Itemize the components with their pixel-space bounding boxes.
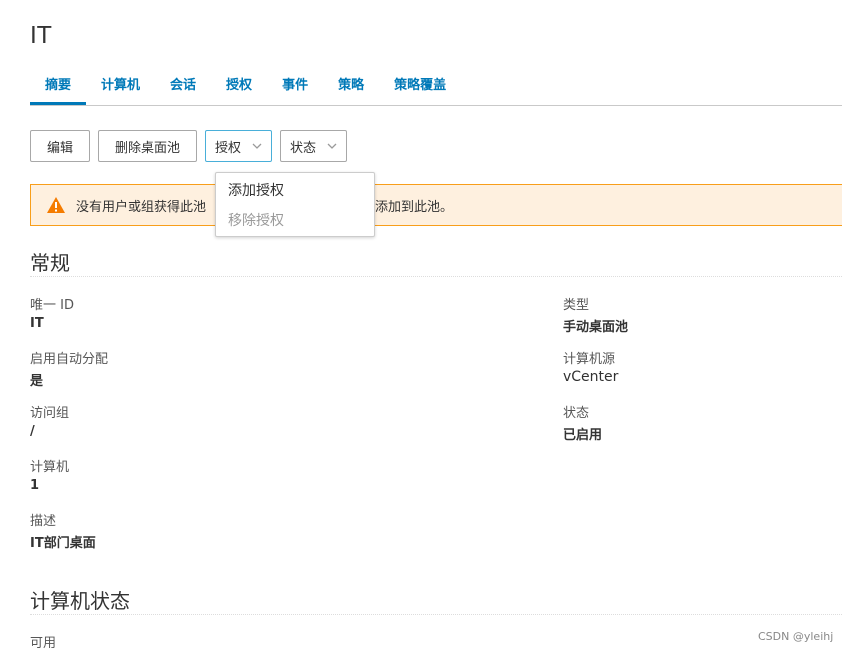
field-label-access-group: 访问组	[30, 406, 70, 421]
field-value-machines: 1	[30, 478, 40, 493]
entitlements-dropdown-menu: 添加授权 移除授权	[215, 172, 375, 237]
status-dropdown-label: 状态	[290, 140, 317, 156]
field-value-description: IT部门桌面	[30, 536, 96, 551]
tab-entitlements[interactable]: 授权	[211, 62, 267, 104]
tab-machines[interactable]: 计算机	[86, 62, 155, 104]
alert-text-end: 户添加到此池。	[362, 199, 454, 215]
section-divider	[30, 276, 842, 277]
menu-item-add-entitlement[interactable]: 添加授权	[216, 176, 374, 206]
field-label-type: 类型	[563, 298, 590, 313]
menu-item-remove-entitlement: 移除授权	[228, 213, 284, 229]
field-label-status: 状态	[563, 406, 590, 421]
field-value-machine-source: vCenter	[563, 369, 619, 385]
section-divider	[30, 614, 842, 615]
tab-summary[interactable]: 摘要	[30, 62, 87, 105]
field-label-auto-assign: 启用自动分配	[30, 352, 109, 367]
field-value-status: 已启用	[563, 428, 603, 443]
watermark-text: CSDN @yleihj	[758, 630, 834, 643]
machine-status-section-title: 计算机状态	[30, 589, 130, 613]
field-value-type: 手动桌面池	[563, 320, 629, 335]
tab-bar: 摘要 计算机 会话 授权 事件 策略 策略覆盖	[30, 62, 842, 106]
delete-pool-button-label: 删除桌面池	[115, 140, 181, 156]
field-value-auto-assign: 是	[30, 374, 44, 389]
tab-policy-overrides[interactable]: 策略覆盖	[379, 62, 461, 104]
field-label-available: 可用	[30, 636, 57, 651]
tab-events[interactable]: 事件	[267, 62, 323, 104]
field-value-unique-id: IT	[30, 316, 44, 331]
tab-policies[interactable]: 策略	[323, 62, 379, 104]
field-label-machines: 计算机	[30, 460, 70, 475]
delete-pool-button[interactable]: 删除桌面池	[98, 130, 198, 162]
page-title: IT	[30, 23, 52, 49]
edit-button-label: 编辑	[47, 140, 74, 156]
chevron-down-icon	[326, 140, 338, 152]
status-dropdown-button[interactable]: 状态	[280, 130, 348, 162]
entitlements-dropdown-button[interactable]: 授权	[205, 130, 273, 162]
field-value-access-group: /	[30, 424, 35, 439]
alert-text-start: 没有用户或组获得此池	[76, 199, 207, 215]
field-label-machine-source: 计算机源	[563, 352, 616, 367]
general-section-title: 常规	[30, 251, 70, 275]
edit-button[interactable]: 编辑	[30, 130, 91, 162]
chevron-down-icon	[251, 140, 263, 152]
field-label-unique-id: 唯一 ID	[30, 298, 74, 313]
warning-alert: 没有用户或组获得此池 户添加到此池。	[30, 184, 842, 226]
toolbar: 编辑 删除桌面池 授权 状态	[30, 130, 348, 162]
entitlements-dropdown-label: 授权	[215, 140, 242, 156]
warning-icon	[46, 196, 66, 214]
field-label-description: 描述	[30, 514, 57, 529]
tab-sessions[interactable]: 会话	[155, 62, 211, 104]
